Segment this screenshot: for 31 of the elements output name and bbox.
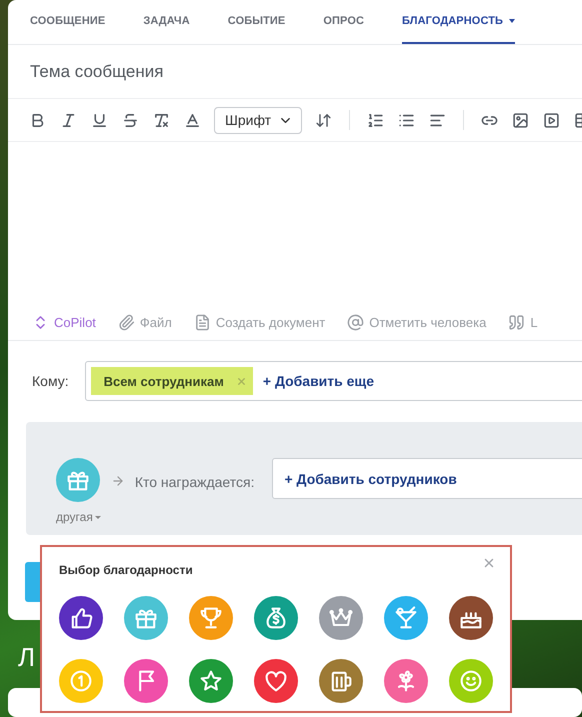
quote-icon[interactable] [508,314,526,330]
file-icon[interactable] [118,314,135,330]
mention-icon[interactable] [347,314,364,330]
award-option[interactable] [189,659,233,703]
document-icon[interactable] [194,314,211,330]
award-option[interactable] [254,659,298,703]
badge-caption[interactable]: другая [56,510,101,524]
action-link[interactable]: Создать документ [216,314,326,330]
action-link[interactable]: Файл [140,314,172,330]
award-option[interactable] [59,596,103,640]
recipients-field[interactable]: Всем сотрудникам + Добавить еще [84,361,582,401]
tab[interactable]: СОБЫТИЕ [228,0,286,44]
awardee-field[interactable]: + Добавить сотрудников [272,458,582,499]
tab[interactable]: СООБЩЕНИЕ [30,0,106,44]
action-link[interactable]: Отметить человека [369,314,486,330]
add-recipient-link[interactable]: + Добавить еще [262,373,374,389]
award-option[interactable] [449,596,493,640]
add-employees-link[interactable]: + Добавить сотрудников [284,470,457,486]
recipients-label: Кому: [32,373,69,389]
awardee-label: Кто награждается: [134,474,254,490]
close-icon[interactable] [482,556,496,570]
font-select[interactable]: Шрифт [214,106,302,134]
award-badge[interactable] [56,458,100,502]
tab[interactable]: ОПРОС [323,0,364,44]
popup-title: Выбор благодарности [59,563,193,577]
action-link[interactable]: CoPilot [54,314,96,330]
tab[interactable]: ЗАДАЧА [143,0,190,44]
action-link[interactable]: L [530,314,538,330]
section-heading: Л [18,642,36,673]
award-option[interactable] [319,659,363,703]
tag-label: Всем сотрудникам [104,374,224,388]
